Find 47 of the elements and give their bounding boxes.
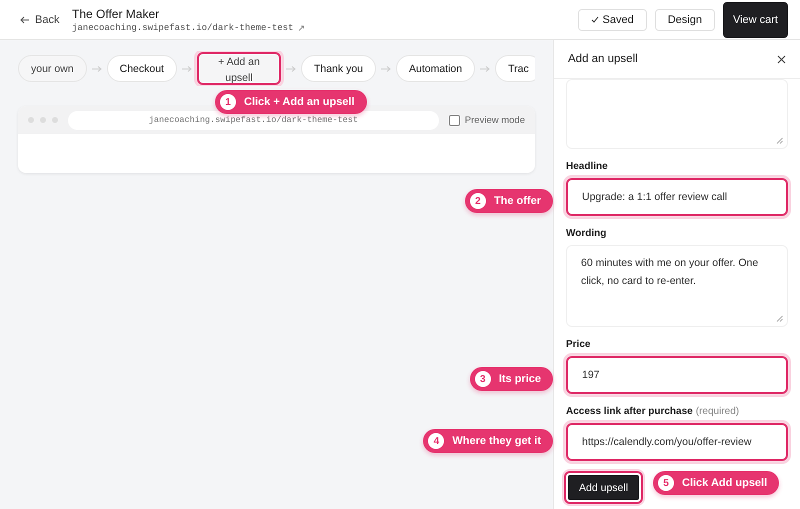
step-number: 3 bbox=[474, 371, 491, 387]
saved-button[interactable]: Saved bbox=[578, 8, 647, 30]
arrow-icon bbox=[182, 66, 192, 72]
preview-mode-checkbox[interactable] bbox=[448, 114, 460, 126]
view-cart-button[interactable]: View cart bbox=[722, 2, 788, 38]
flow-step[interactable]: Trac bbox=[495, 55, 535, 82]
field-label: Price bbox=[566, 339, 590, 350]
field-label: Access link after purchase bbox=[566, 406, 693, 417]
preview-mode-label: Preview mode bbox=[464, 114, 525, 126]
flow-step[interactable]: Checkout bbox=[106, 55, 177, 82]
step-number: 4 bbox=[428, 433, 444, 449]
callout-text: Click Add upsell bbox=[682, 477, 768, 489]
step-number: 2 bbox=[470, 193, 486, 209]
close-icon[interactable] bbox=[777, 54, 786, 64]
resize-handle-icon bbox=[776, 137, 783, 144]
back-link[interactable]: Back bbox=[20, 14, 72, 26]
flow-step[interactable]: Thank you bbox=[300, 55, 376, 82]
address-bar: janecoaching.swipefast.io/dark-theme-test bbox=[68, 110, 439, 130]
flow-step[interactable]: Automation bbox=[396, 55, 476, 82]
arrow-icon bbox=[286, 66, 296, 72]
callout-text: Its price bbox=[498, 373, 541, 385]
step-number: 5 bbox=[658, 475, 674, 491]
arrow-icon bbox=[92, 66, 102, 72]
text-input[interactable]: https://calendly.com/you/offer-review bbox=[566, 423, 788, 461]
callout-text: Click + Add an upsell bbox=[244, 96, 355, 108]
arrow-icon bbox=[381, 66, 391, 72]
resize-handle-icon bbox=[776, 315, 783, 322]
page-title: The Offer Maker bbox=[72, 6, 160, 20]
text-area[interactable]: 60 minutes with me on your offer. One click, no card to re-enter. bbox=[566, 245, 788, 327]
text-input[interactable]: 197 bbox=[566, 356, 788, 394]
flow-step[interactable]: your own bbox=[18, 55, 87, 82]
field-label: Wording bbox=[566, 228, 606, 239]
callout-text: The offer bbox=[494, 195, 541, 207]
text-area-value: 60 minutes with me on your offer. One click, no card to re-enter. bbox=[581, 257, 758, 287]
arrow-icon bbox=[480, 66, 490, 72]
field-label: Headline bbox=[566, 161, 608, 172]
required-note: (required) bbox=[696, 406, 740, 417]
page-url: janecoaching.swipefast.io/dark-theme-test bbox=[72, 22, 294, 32]
text-input[interactable]: Upgrade: a 1:1 offer review call bbox=[566, 178, 788, 216]
step-number: 1 bbox=[220, 94, 236, 110]
panel-title: Add an upsell bbox=[568, 53, 638, 65]
checkmark-icon bbox=[590, 16, 598, 23]
flow-step[interactable]: + Add an upsell bbox=[196, 52, 281, 85]
external-link[interactable]: ↗ bbox=[297, 22, 306, 32]
design-button[interactable]: Design bbox=[654, 8, 715, 30]
arrow-left-icon bbox=[20, 16, 30, 24]
callout-text: Where they get it bbox=[452, 435, 541, 447]
